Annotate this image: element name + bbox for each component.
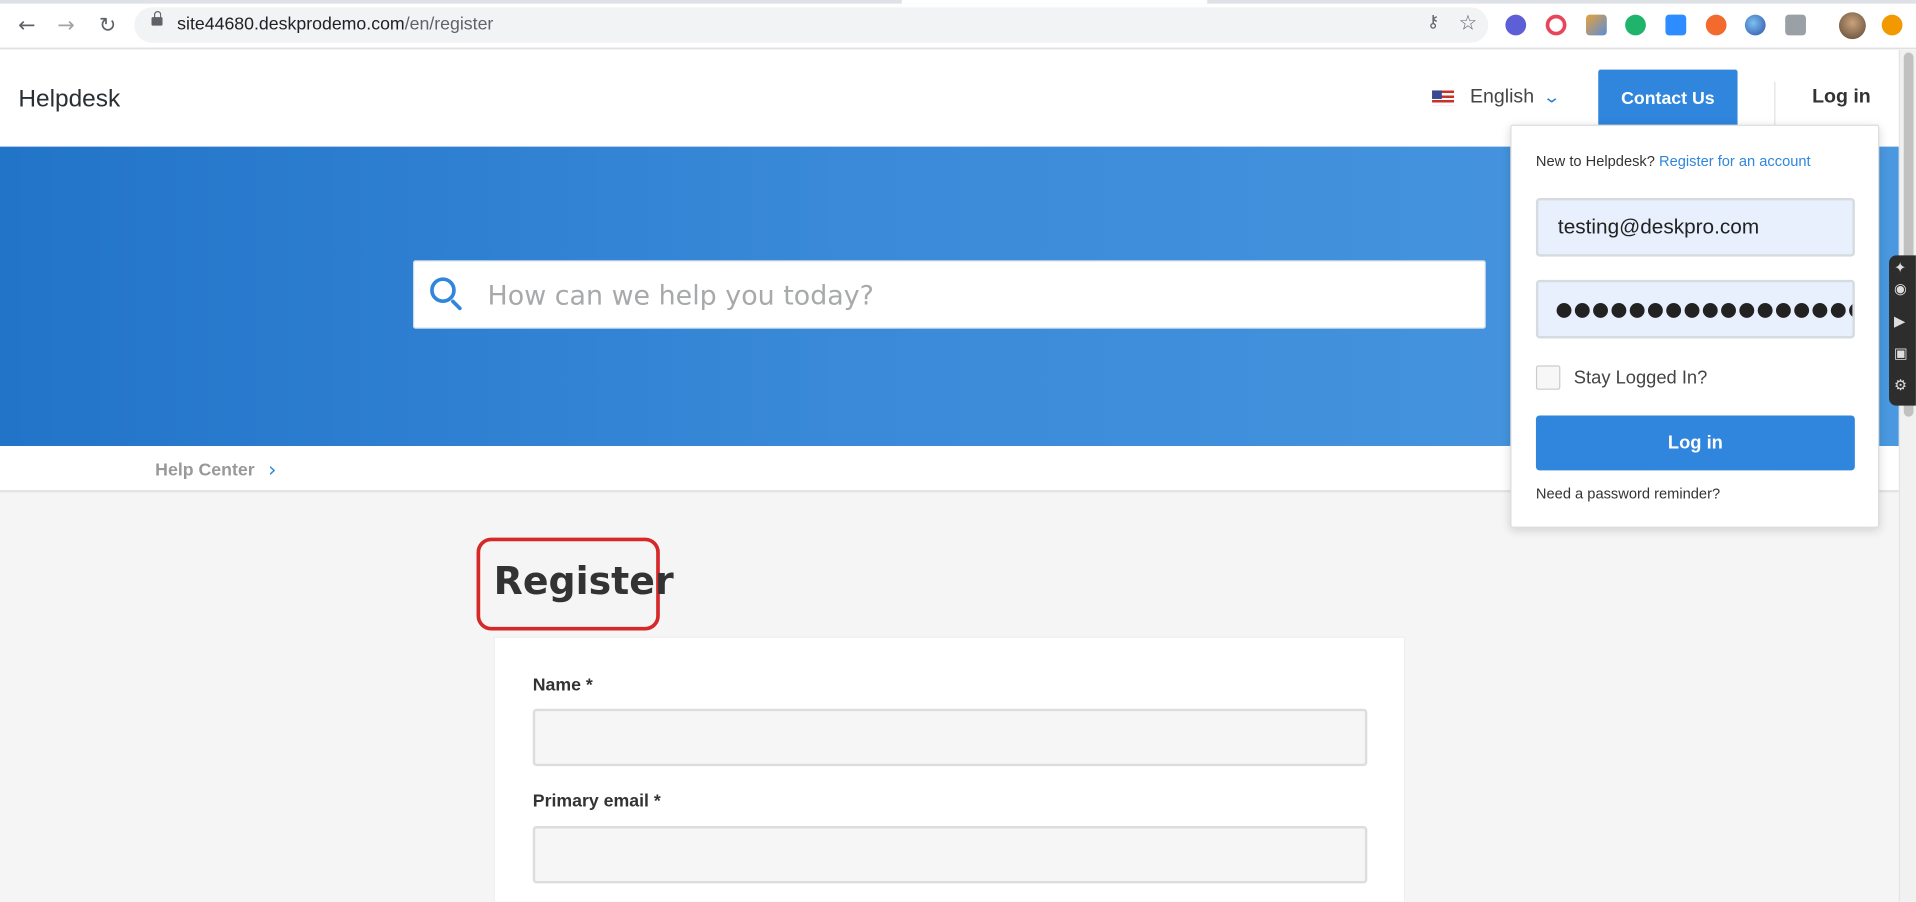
new-account-prompt: New to Helpdesk? Register for an account (1536, 153, 1811, 170)
login-email-field[interactable]: testing@deskpro.com (1535, 197, 1855, 257)
video-record-icon[interactable]: ▶ (1894, 313, 1914, 330)
name-label: Name * (532, 675, 593, 696)
address-bar[interactable]: site44680.deskprodemo.com/en/register ⚷ … (134, 7, 1489, 43)
breadcrumb-item-help-center[interactable]: Help Center › (155, 458, 276, 482)
stay-logged-in[interactable]: Stay Logged In? (1535, 365, 1708, 390)
extension-swirl-icon[interactable] (1545, 14, 1567, 36)
screenshot-camera-icon[interactable]: ◉ (1894, 280, 1914, 297)
url-text: site44680.deskprodemo.com/en/register (177, 14, 494, 35)
register-link[interactable]: Register for an account (1659, 153, 1811, 170)
extension-globe-icon[interactable] (1744, 14, 1766, 36)
login-link[interactable]: Log in (1812, 87, 1871, 109)
email-label: Primary email * (532, 791, 661, 812)
grammarly-icon[interactable] (1625, 14, 1646, 36)
capture-toolbar: ✦ ◉ ▶ ▣ ⚙ (1889, 255, 1916, 406)
login-password-field[interactable]: ●●●●●●●●●●●●●●●●●●●●● (1535, 279, 1855, 339)
email-field[interactable] (532, 826, 1368, 884)
lock-icon (151, 10, 163, 26)
bookmark-star-icon[interactable]: ☆ (1459, 11, 1478, 35)
camera-icon[interactable] (1785, 14, 1806, 36)
forward-arrow-icon[interactable]: → (53, 12, 80, 39)
us-flag-icon (1432, 90, 1455, 106)
name-field[interactable] (532, 708, 1368, 767)
pin-icon[interactable]: ✦ (1894, 259, 1914, 276)
password-reminder-link[interactable]: Need a password reminder? (1536, 485, 1720, 502)
stay-logged-in-checkbox[interactable] (1535, 365, 1561, 390)
update-alert-icon[interactable] (1881, 14, 1903, 36)
search-input[interactable] (487, 276, 1466, 316)
brand-title[interactable]: Helpdesk (18, 86, 120, 114)
reload-icon[interactable]: ↻ (94, 12, 121, 39)
back-arrow-icon[interactable]: ← (13, 12, 40, 39)
page-title: Register (493, 559, 674, 604)
key-icon[interactable]: ⚷ (1427, 12, 1440, 32)
gear-icon[interactable]: ⚙ (1894, 376, 1914, 393)
search-box[interactable] (413, 260, 1486, 329)
chevron-down-icon: ⌄ (1542, 87, 1562, 108)
extension-orange-icon[interactable] (1705, 14, 1727, 36)
header-divider (1774, 81, 1776, 126)
page: ← → ↻ site44680.deskprodemo.com/en/regis… (0, 0, 1916, 902)
new-account-text: New to Helpdesk? (1535, 152, 1655, 170)
breadcrumb-label: Help Center (155, 460, 255, 481)
chevron-right-icon: › (268, 458, 277, 483)
extension-gallery-icon[interactable] (1586, 14, 1607, 36)
language-label: English (1469, 86, 1535, 108)
zoom-icon[interactable] (1665, 14, 1687, 36)
login-submit-button[interactable]: Log in (1535, 415, 1855, 471)
stay-logged-in-label: Stay Logged In? (1573, 367, 1708, 388)
profile-avatar[interactable] (1838, 12, 1866, 40)
tab-strip-edge (0, 0, 1916, 4)
extension-check-icon[interactable] (1505, 14, 1527, 36)
contact-us-button[interactable]: Contact Us (1598, 69, 1738, 128)
search-icon (430, 277, 464, 311)
image-icon[interactable]: ▣ (1894, 345, 1914, 362)
register-form: Name * Primary email * (493, 636, 1406, 902)
browser-toolbar: ← → ↻ site44680.deskprodemo.com/en/regis… (0, 0, 1916, 49)
login-popover: New to Helpdesk? Register for an account… (1510, 124, 1880, 528)
language-selector[interactable]: English ⌄ (1432, 86, 1562, 109)
page-scrollbar[interactable] (1898, 50, 1916, 902)
